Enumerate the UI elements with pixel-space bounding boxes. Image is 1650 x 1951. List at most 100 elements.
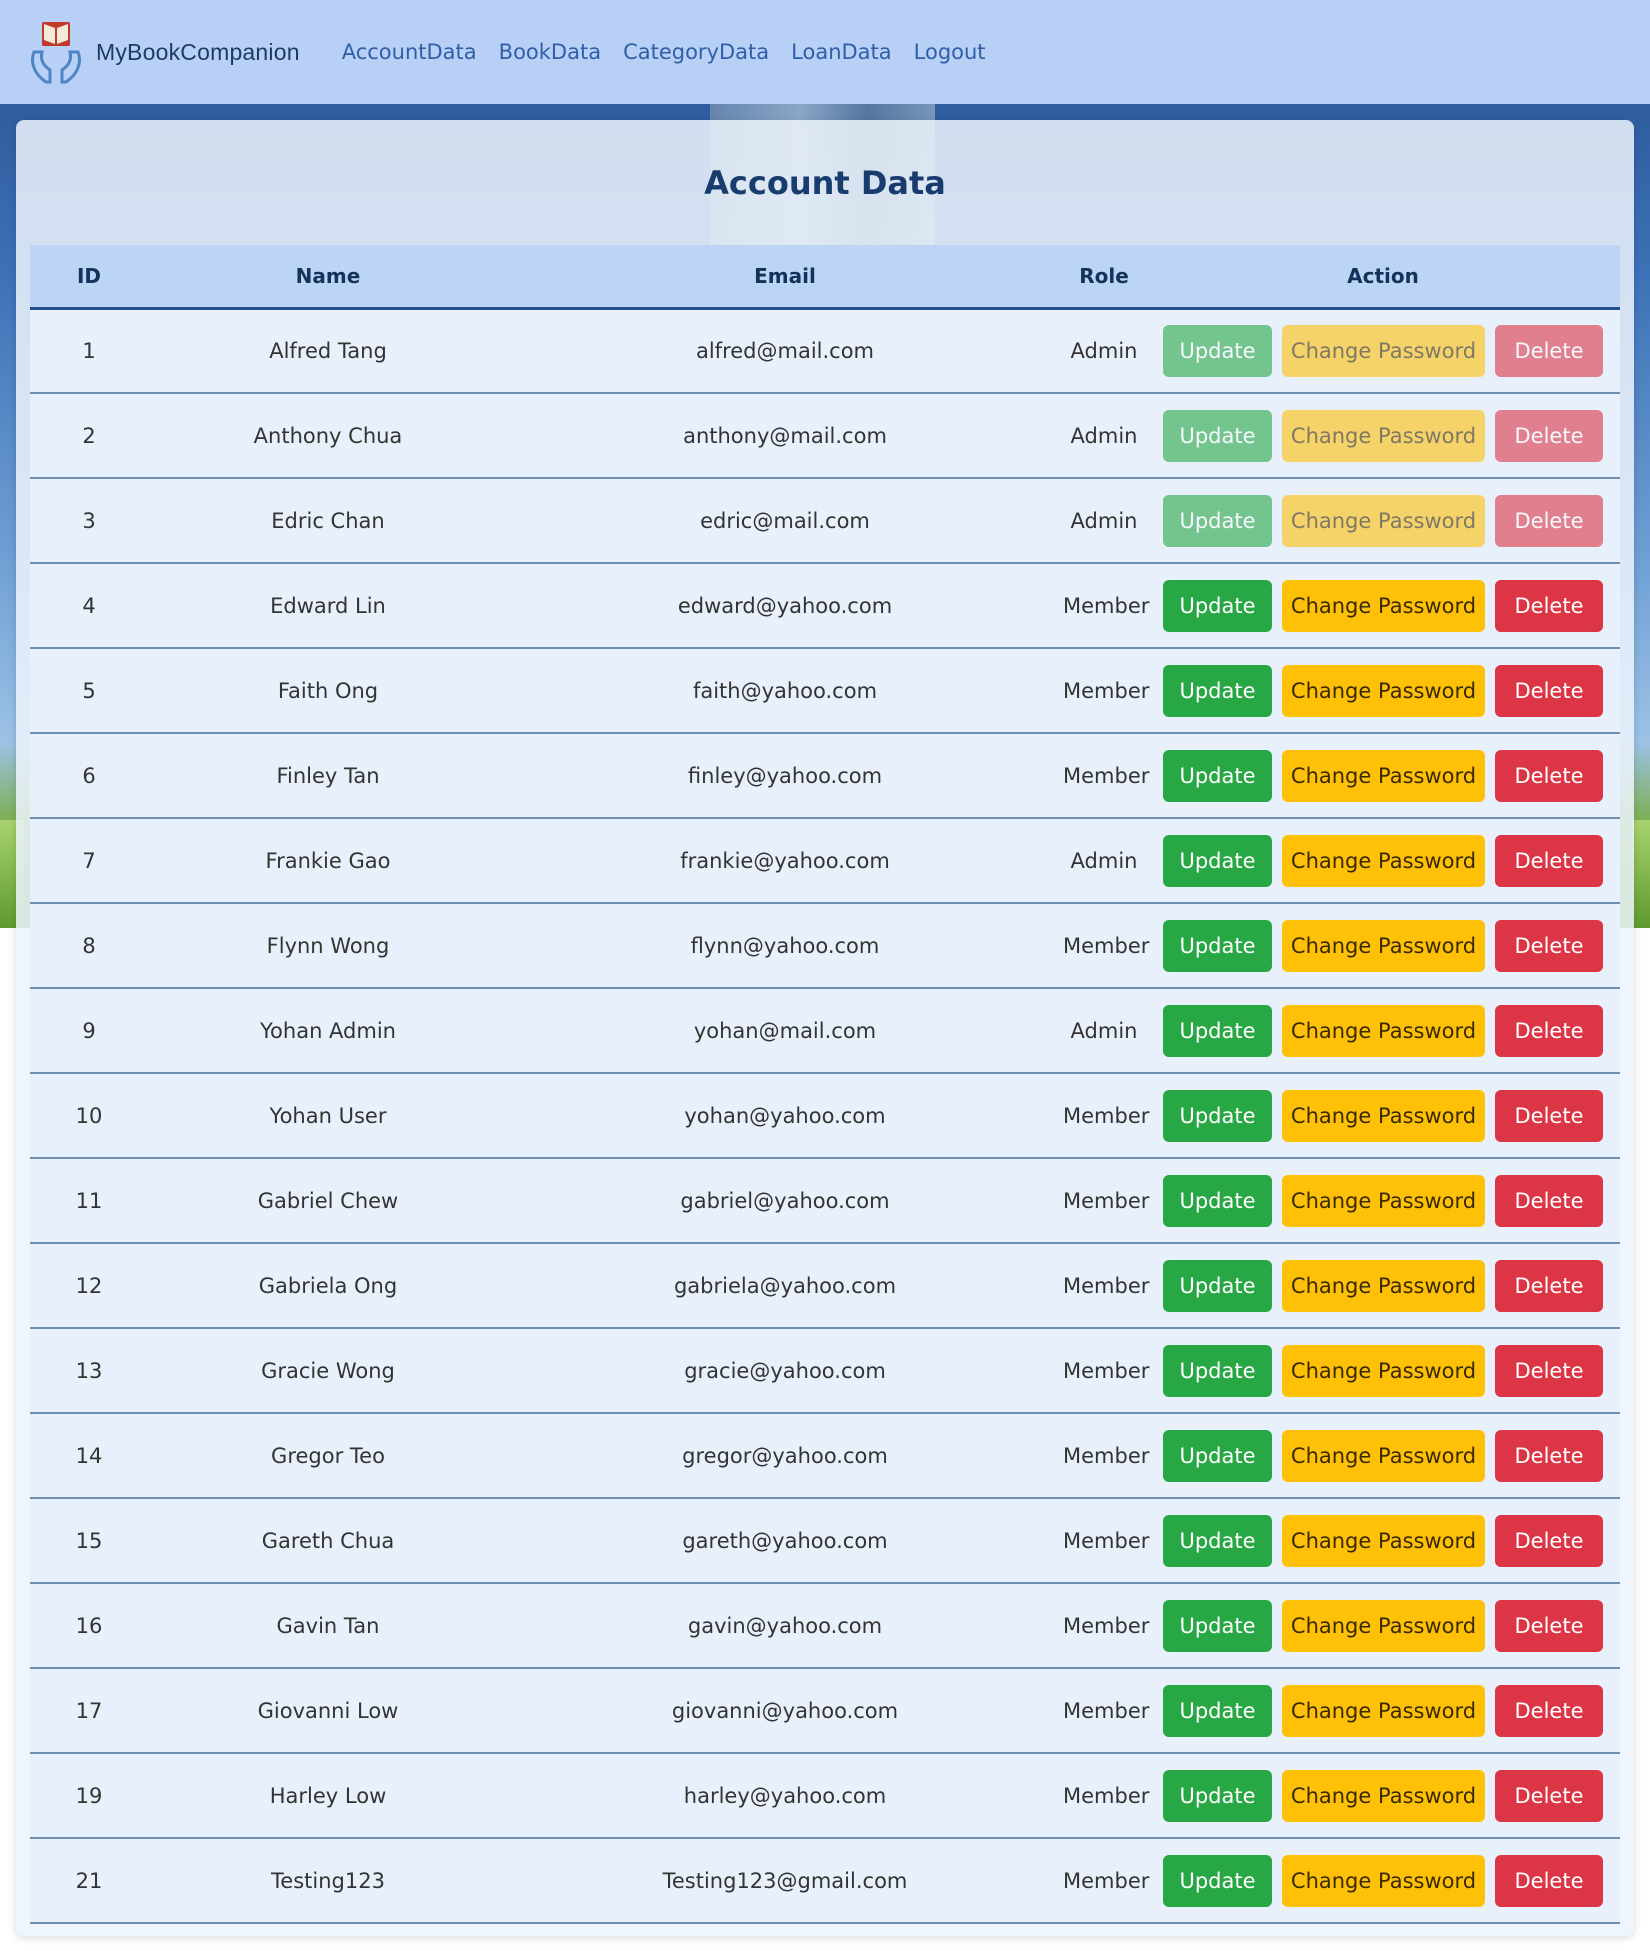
background-grass-right: [1632, 820, 1650, 928]
change-password-button[interactable]: Change Password: [1282, 664, 1485, 717]
nav-link-loandata[interactable]: LoanData: [791, 40, 892, 64]
delete-button[interactable]: Delete: [1495, 1599, 1603, 1652]
cell-email: gabriela@yahoo.com: [508, 1243, 1062, 1329]
update-button[interactable]: Update: [1163, 834, 1272, 887]
change-password-button[interactable]: Change Password: [1282, 834, 1485, 887]
delete-button[interactable]: Delete: [1495, 1769, 1603, 1822]
change-password-button[interactable]: Change Password: [1282, 1174, 1485, 1227]
cell-name: Frankie Gao: [148, 818, 508, 904]
row-actions: Update Change Password Delete: [1147, 834, 1619, 887]
update-button[interactable]: Update: [1163, 1684, 1272, 1737]
cell-name: Edward Lin: [148, 563, 508, 649]
table-row: 19 Harley Low harley@yahoo.com Member Update…: [30, 1753, 1620, 1839]
cell-role: Member: [1062, 1498, 1149, 1584]
row-actions: Update Change Password Delete: [1147, 1004, 1619, 1057]
update-button[interactable]: Update: [1163, 664, 1272, 717]
change-password-button[interactable]: Change Password: [1282, 1684, 1485, 1737]
cell-id: 10: [30, 1073, 148, 1159]
change-password-button[interactable]: Change Password: [1282, 1429, 1485, 1482]
cell-actions: Update Change Password Delete: [1146, 1753, 1620, 1839]
cell-email: alfred@mail.com: [508, 308, 1062, 394]
change-password-button[interactable]: Change Password: [1282, 1514, 1485, 1567]
cell-name: Gavin Tan: [148, 1583, 508, 1669]
cell-role: Member: [1062, 1158, 1149, 1244]
delete-button[interactable]: Delete: [1495, 1174, 1603, 1227]
table-row: 11 Gabriel Chew gabriel@yahoo.com Member Upd…: [30, 1158, 1620, 1244]
delete-button[interactable]: Delete: [1495, 579, 1603, 632]
change-password-button[interactable]: Change Password: [1282, 494, 1485, 547]
row-actions: Update Change Password Delete: [1147, 1259, 1619, 1312]
change-password-button[interactable]: Change Password: [1282, 1004, 1485, 1057]
nav-link-categorydata[interactable]: CategoryData: [623, 40, 769, 64]
change-password-button[interactable]: Change Password: [1282, 1089, 1485, 1142]
delete-button[interactable]: Delete: [1495, 1514, 1603, 1567]
cell-actions: Update Change Password Delete: [1146, 733, 1620, 819]
cell-id: 5: [30, 648, 148, 734]
brand[interactable]: MyBookCompanion: [20, 16, 300, 88]
delete-button[interactable]: Delete: [1495, 749, 1603, 802]
change-password-button[interactable]: Change Password: [1282, 1344, 1485, 1397]
update-button[interactable]: Update: [1163, 1344, 1272, 1397]
update-button[interactable]: Update: [1163, 1599, 1272, 1652]
delete-button[interactable]: Delete: [1495, 664, 1603, 717]
update-button[interactable]: Update: [1163, 324, 1272, 377]
update-button[interactable]: Update: [1163, 1089, 1272, 1142]
update-button[interactable]: Update: [1163, 1769, 1272, 1822]
update-button[interactable]: Update: [1163, 1429, 1272, 1482]
row-actions: Update Change Password Delete: [1147, 1684, 1619, 1737]
table-row: 10 Yohan User yohan@yahoo.com Member Update C…: [30, 1073, 1620, 1159]
update-button[interactable]: Update: [1163, 1174, 1272, 1227]
update-button[interactable]: Update: [1163, 494, 1272, 547]
delete-button[interactable]: Delete: [1495, 1854, 1603, 1907]
change-password-button[interactable]: Change Password: [1282, 1599, 1485, 1652]
cell-email: gareth@yahoo.com: [508, 1498, 1062, 1584]
change-password-button[interactable]: Change Password: [1282, 1259, 1485, 1312]
change-password-button[interactable]: Change Password: [1282, 579, 1485, 632]
change-password-button[interactable]: Change Password: [1282, 409, 1485, 462]
cell-email: Testing123@gmail.com: [508, 1838, 1062, 1924]
cell-actions: Update Change Password Delete: [1146, 478, 1620, 564]
change-password-button[interactable]: Change Password: [1282, 1854, 1485, 1907]
cell-id: 16: [30, 1583, 148, 1669]
delete-button[interactable]: Delete: [1495, 1344, 1603, 1397]
cell-actions: Update Change Password Delete: [1146, 903, 1620, 989]
cell-role: Admin: [1062, 308, 1146, 394]
update-button[interactable]: Update: [1163, 1004, 1272, 1057]
update-button[interactable]: Update: [1163, 1854, 1272, 1907]
cell-email: anthony@mail.com: [508, 393, 1062, 479]
delete-button[interactable]: Delete: [1495, 409, 1603, 462]
change-password-button[interactable]: Change Password: [1282, 749, 1485, 802]
update-button[interactable]: Update: [1163, 1514, 1272, 1567]
nav-link-accountdata[interactable]: AccountData: [342, 40, 477, 64]
delete-button[interactable]: Delete: [1495, 1684, 1603, 1737]
row-actions: Update Change Password Delete: [1147, 664, 1619, 717]
delete-button[interactable]: Delete: [1495, 834, 1603, 887]
change-password-button[interactable]: Change Password: [1282, 324, 1485, 377]
nav-links: AccountData BookData CategoryData LoanDa…: [320, 40, 986, 64]
delete-button[interactable]: Delete: [1495, 1089, 1603, 1142]
delete-button[interactable]: Delete: [1495, 1004, 1603, 1057]
cell-actions: Update Change Password Delete: [1146, 1243, 1620, 1329]
table-row: 12 Gabriela Ong gabriela@yahoo.com Member Up…: [30, 1243, 1620, 1329]
cell-role: Admin: [1062, 988, 1146, 1074]
change-password-button[interactable]: Change Password: [1282, 919, 1485, 972]
table-row: 15 Gareth Chua gareth@yahoo.com Member Updat…: [30, 1498, 1620, 1584]
change-password-button[interactable]: Change Password: [1282, 1769, 1485, 1822]
column-header-id: ID: [30, 245, 148, 310]
row-actions: Update Change Password Delete: [1147, 579, 1619, 632]
delete-button[interactable]: Delete: [1495, 1429, 1603, 1482]
nav-link-logout[interactable]: Logout: [914, 40, 986, 64]
update-button[interactable]: Update: [1163, 409, 1272, 462]
delete-button[interactable]: Delete: [1495, 1259, 1603, 1312]
cell-actions: Update Change Password Delete: [1146, 818, 1620, 904]
cell-name: Yohan User: [148, 1073, 508, 1159]
delete-button[interactable]: Delete: [1495, 324, 1603, 377]
update-button[interactable]: Update: [1163, 749, 1272, 802]
update-button[interactable]: Update: [1163, 1259, 1272, 1312]
update-button[interactable]: Update: [1163, 919, 1272, 972]
delete-button[interactable]: Delete: [1495, 494, 1603, 547]
delete-button[interactable]: Delete: [1495, 919, 1603, 972]
update-button[interactable]: Update: [1163, 579, 1272, 632]
nav-link-bookdata[interactable]: BookData: [499, 40, 601, 64]
cell-role: Member: [1062, 1413, 1149, 1499]
